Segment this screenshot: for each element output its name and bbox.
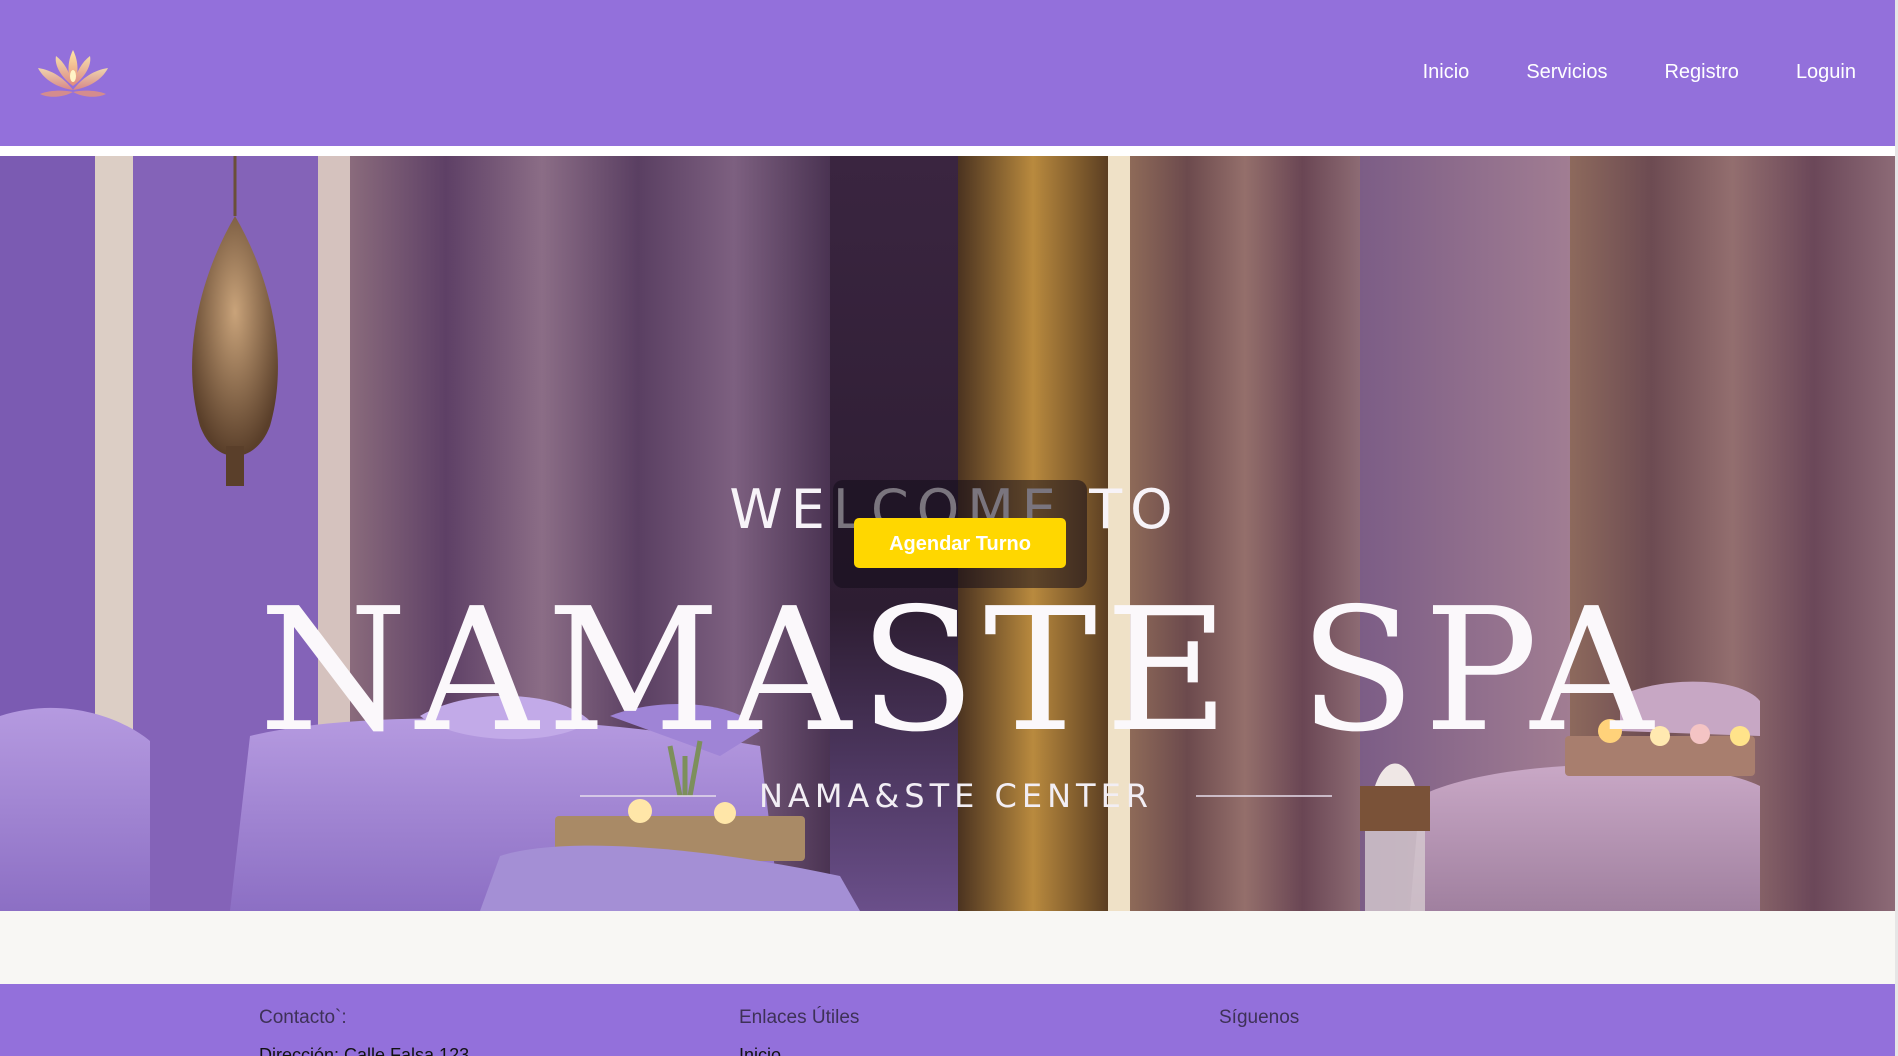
lotus-logo-icon[interactable] (34, 46, 112, 104)
hero-title: NAMASTE SPA (258, 572, 1662, 770)
hero-divider-right (1196, 795, 1332, 797)
footer-links-heading: Enlaces Útiles (739, 1007, 860, 1028)
footer-follow-heading: Síguenos (1219, 1007, 1300, 1028)
nav-link-loguin[interactable]: Loguin (1796, 60, 1856, 84)
hero-divider-left (580, 795, 716, 797)
main-nav: Inicio Servicios Registro Loguin (1366, 60, 1856, 84)
footer-link-inicio[interactable]: Inicio (739, 1044, 859, 1056)
footer-contact: Contacto`: Dirección: Calle Falsa 123 (259, 1006, 469, 1056)
content-spacer (0, 911, 1895, 984)
site-header: Inicio Servicios Registro Loguin (0, 0, 1895, 146)
footer-contact-address: Dirección: Calle Falsa 123 (259, 1045, 470, 1056)
site-footer: Contacto`: Dirección: Calle Falsa 123 En… (0, 984, 1895, 1056)
hero-subtitle-row: NAMA&STE CENTER (580, 776, 1332, 816)
footer-links: Enlaces Útiles Inicio (739, 1006, 859, 1056)
nav-link-servicios[interactable]: Servicios (1526, 60, 1607, 84)
hero-subtitle: NAMA&STE CENTER (758, 777, 1154, 815)
nav-link-registro[interactable]: Registro (1664, 60, 1738, 84)
agendar-turno-button[interactable]: Agendar Turno (854, 518, 1066, 568)
footer-contact-heading: Contacto`: (259, 1007, 347, 1028)
page: Inicio Servicios Registro Loguin TO NAMA… (0, 0, 1898, 1056)
footer-follow: Síguenos (1219, 1006, 1299, 1030)
nav-link-inicio[interactable]: Inicio (1423, 60, 1470, 84)
